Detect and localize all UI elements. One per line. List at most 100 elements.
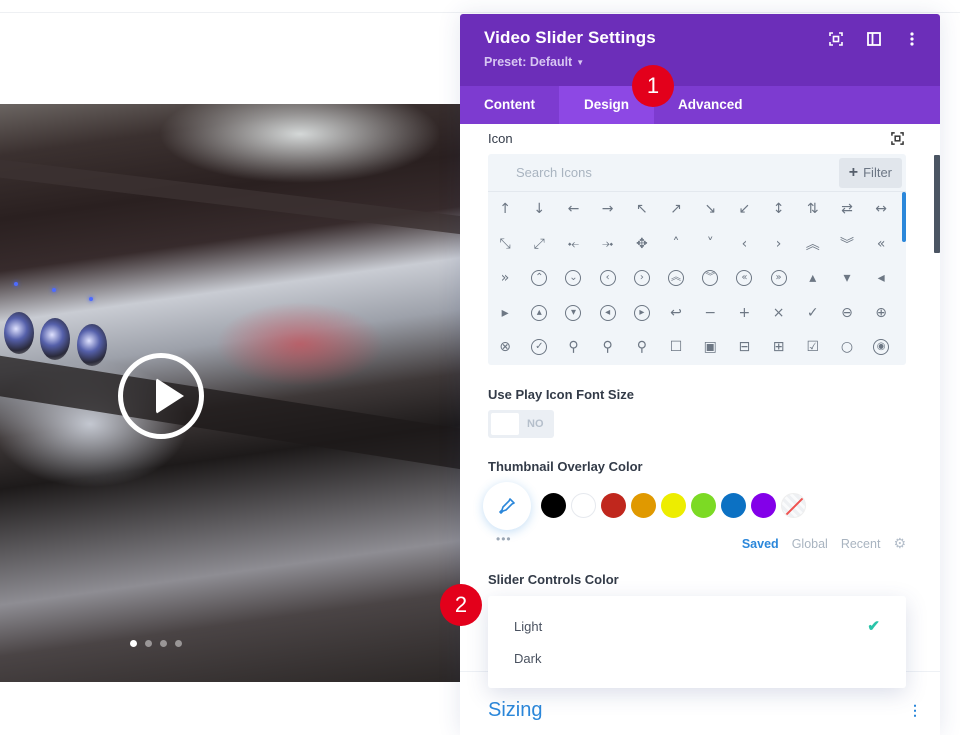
- circle-chevron-right-icon[interactable]: ›: [625, 261, 659, 296]
- swatch-blue[interactable]: [721, 493, 746, 518]
- top-bar: [0, 0, 960, 13]
- square-plus-icon[interactable]: ⊞: [762, 330, 796, 365]
- check-icon[interactable]: ✓: [796, 296, 830, 331]
- swatch-red[interactable]: [601, 493, 626, 518]
- arrow-down-left-icon[interactable]: ↙: [727, 192, 761, 227]
- undo-icon[interactable]: ↩: [659, 296, 693, 331]
- circle-double-left-icon[interactable]: «: [727, 261, 761, 296]
- circle-close-icon[interactable]: ⊗: [488, 330, 522, 365]
- circle-check-icon[interactable]: ✓: [522, 330, 556, 365]
- toggle-knob: [491, 412, 519, 435]
- arrows-horizontal-icon[interactable]: ⇄: [830, 192, 864, 227]
- circle-chevron-up-icon[interactable]: ⌃: [522, 261, 556, 296]
- responsive-focus-icon[interactable]: [891, 131, 904, 145]
- arrow-up-icon[interactable]: ↑: [488, 192, 522, 227]
- arrow-left-icon[interactable]: ←: [556, 192, 590, 227]
- more-options-icon[interactable]: [904, 31, 920, 47]
- preset-dropdown[interactable]: Preset: Default ▼: [484, 55, 584, 69]
- caret-left-icon[interactable]: ◂: [864, 261, 898, 296]
- palette-settings-gear-icon[interactable]: ⚙: [893, 536, 906, 552]
- sizing-section-toggle[interactable]: Sizing: [488, 699, 542, 722]
- slider-controls-color-dropdown[interactable]: Light ✔ Dark: [488, 596, 906, 688]
- palette-tab-saved[interactable]: Saved: [742, 537, 779, 551]
- chevron-right-icon[interactable]: ›: [762, 227, 796, 262]
- resize-diagonal-icon[interactable]: ⤡: [488, 227, 522, 262]
- swatch-yellow[interactable]: [661, 493, 686, 518]
- circle-double-down-icon[interactable]: ︾: [693, 261, 727, 296]
- caret-up-icon[interactable]: ▴: [796, 261, 830, 296]
- swatch-orange[interactable]: [631, 493, 656, 518]
- slider-dot[interactable]: [160, 640, 167, 647]
- color-picker-button[interactable]: [483, 481, 531, 530]
- arrow-down-right-icon[interactable]: ↘: [693, 192, 727, 227]
- circle-double-up-glyph: ︽: [668, 270, 685, 287]
- tab-content[interactable]: Content: [460, 86, 559, 124]
- chevron-up-icon[interactable]: ˄: [659, 227, 693, 262]
- arrows-vertical-icon[interactable]: ⇅: [796, 192, 830, 227]
- circle-chevron-left-icon[interactable]: ‹: [591, 261, 625, 296]
- search-icons-input[interactable]: [516, 165, 766, 180]
- caret-right-icon[interactable]: ▸: [488, 296, 522, 331]
- swatch-green[interactable]: [691, 493, 716, 518]
- double-chevron-up-icon[interactable]: ︽: [796, 227, 830, 262]
- double-chevron-right-icon[interactable]: »: [488, 261, 522, 296]
- video-slider-preview[interactable]: [0, 104, 460, 682]
- circle-caret-right-icon[interactable]: ▸: [625, 296, 659, 331]
- focus-mode-icon[interactable]: [828, 31, 844, 47]
- square-icon[interactable]: ☐: [659, 330, 693, 365]
- slider-dot[interactable]: [175, 640, 182, 647]
- double-chevron-left-icon[interactable]: «: [864, 227, 898, 262]
- resize-diagonal-alt-icon[interactable]: ⤢: [522, 227, 556, 262]
- square-minus-icon[interactable]: ⊟: [727, 330, 761, 365]
- filter-button[interactable]: + Filter: [838, 157, 902, 188]
- move-icon[interactable]: ✥: [625, 227, 659, 262]
- zoom-in-icon[interactable]: ⚲: [591, 330, 625, 365]
- split-view-icon[interactable]: [866, 31, 882, 47]
- slider-dot[interactable]: [145, 640, 152, 647]
- option-dark[interactable]: Dark: [488, 642, 906, 674]
- palette-tab-recent[interactable]: Recent: [841, 537, 881, 551]
- double-chevron-down-icon[interactable]: ︾: [830, 227, 864, 262]
- swatch-none[interactable]: [781, 493, 806, 518]
- search-icon[interactable]: ⚲: [625, 330, 659, 365]
- swatch-white[interactable]: [571, 493, 596, 518]
- panel-scrollbar[interactable]: [934, 155, 940, 253]
- circle-chevron-down-icon[interactable]: ⌄: [556, 261, 590, 296]
- arrow-up-left-icon[interactable]: ↖: [625, 192, 659, 227]
- circle-caret-up-icon[interactable]: ▴: [522, 296, 556, 331]
- radio-checked-icon[interactable]: ◉: [864, 330, 898, 365]
- shrink-icon[interactable]: ⤝: [556, 227, 590, 262]
- expand-icon[interactable]: ⤞: [591, 227, 625, 262]
- circle-minus-icon[interactable]: ⊖: [830, 296, 864, 331]
- chevron-left-icon[interactable]: ‹: [727, 227, 761, 262]
- palette-tab-global[interactable]: Global: [792, 537, 828, 551]
- icon-grid-scrollbar[interactable]: [902, 192, 906, 242]
- circle-chevron-right-glyph: ›: [633, 270, 650, 287]
- zoom-out-icon[interactable]: ⚲: [556, 330, 590, 365]
- sizing-more-icon[interactable]: ⋮: [908, 702, 922, 719]
- circle-plus-icon[interactable]: ⊕: [864, 296, 898, 331]
- arrow-up-right-icon[interactable]: ↗: [659, 192, 693, 227]
- chevron-down-icon[interactable]: ˅: [693, 227, 727, 262]
- option-light[interactable]: Light ✔: [488, 610, 906, 642]
- play-button[interactable]: [118, 353, 204, 439]
- circle-double-right-icon[interactable]: »: [762, 261, 796, 296]
- play-icon-font-size-toggle[interactable]: NO: [488, 409, 554, 438]
- swatch-black[interactable]: [541, 493, 566, 518]
- circle-caret-down-icon[interactable]: ▾: [556, 296, 590, 331]
- plus-icon[interactable]: +: [727, 296, 761, 331]
- circle-caret-left-icon[interactable]: ◂: [591, 296, 625, 331]
- minus-icon[interactable]: −: [693, 296, 727, 331]
- slider-dot[interactable]: [130, 640, 137, 647]
- square-filled-icon[interactable]: ▣: [693, 330, 727, 365]
- arrow-right-icon[interactable]: →: [591, 192, 625, 227]
- caret-down-icon[interactable]: ▾: [830, 261, 864, 296]
- circle-double-up-icon[interactable]: ︽: [659, 261, 693, 296]
- arrow-up-down-icon[interactable]: ↕: [762, 192, 796, 227]
- arrow-left-right-icon[interactable]: ↔: [864, 192, 898, 227]
- checkbox-checked-icon[interactable]: ☑: [796, 330, 830, 365]
- close-icon[interactable]: ×: [762, 296, 796, 331]
- swatch-purple[interactable]: [751, 493, 776, 518]
- circle-icon[interactable]: ○: [830, 330, 864, 365]
- arrow-down-icon[interactable]: ↓: [522, 192, 556, 227]
